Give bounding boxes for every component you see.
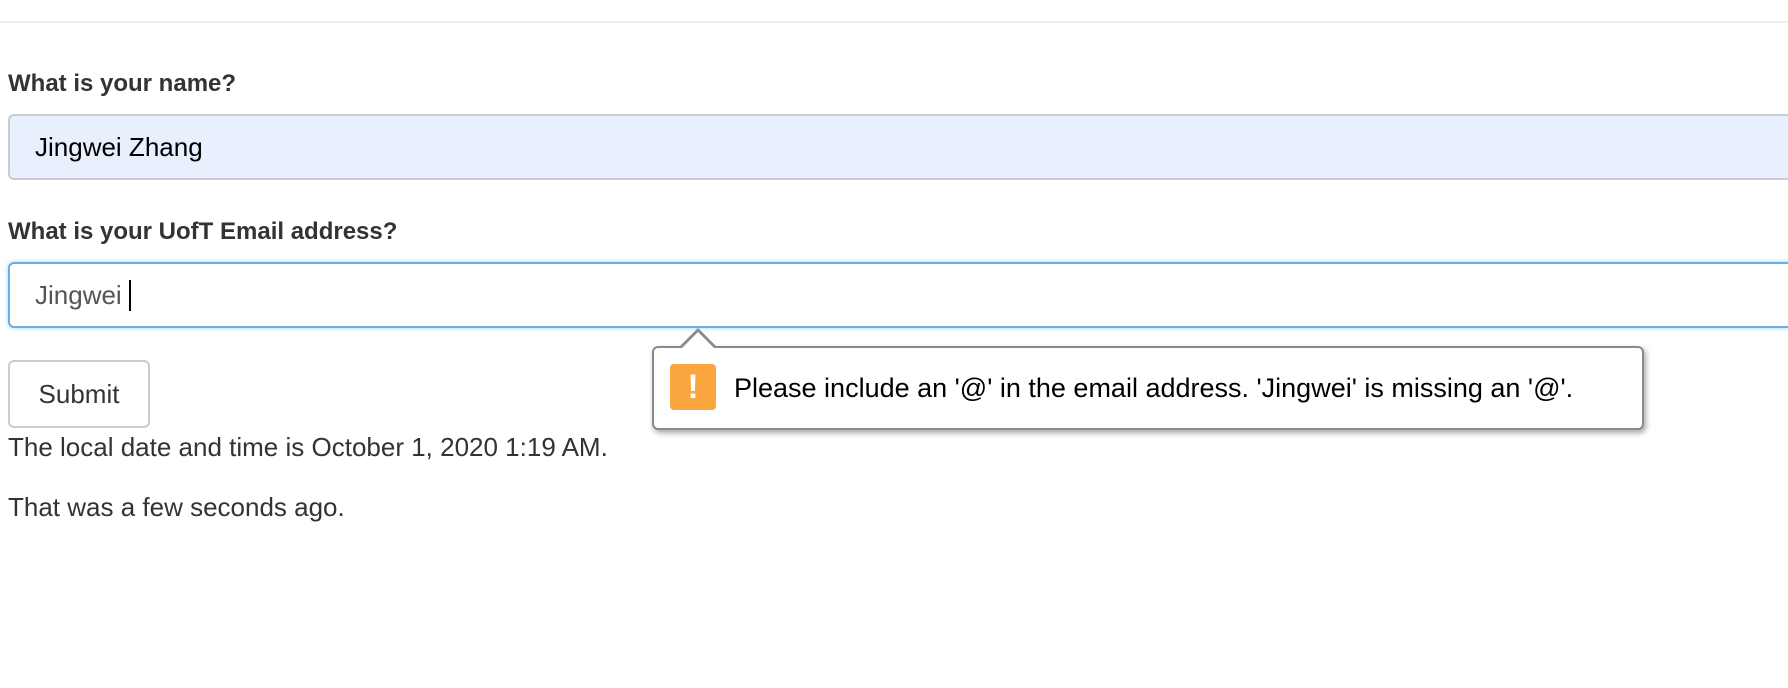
name-input[interactable] (8, 114, 1788, 180)
relative-time-text: That was a few seconds ago. (8, 492, 345, 522)
validation-message: Please include an '@' in the email addre… (734, 373, 1574, 403)
exclamation-glyph: ! (687, 368, 699, 406)
warning-icon: ! (670, 364, 716, 410)
top-divider (0, 21, 1788, 23)
page: What is your name? What is your UofT Ema… (0, 0, 1788, 688)
email-label: What is your UofT Email address? (8, 218, 398, 245)
name-label: What is your name? (8, 70, 237, 97)
text-caret (129, 280, 131, 311)
submit-button[interactable]: Submit (8, 360, 150, 428)
validation-tooltip: ! Please include an '@' in the email add… (652, 328, 1644, 430)
email-input[interactable] (8, 262, 1788, 328)
local-datetime-text: The local date and time is October 1, 20… (8, 432, 608, 462)
